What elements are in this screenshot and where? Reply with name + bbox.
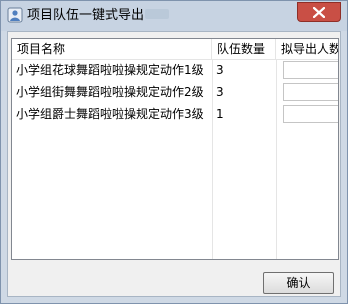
column-header-team-count[interactable]: 队伍数量 (212, 39, 276, 59)
team-count-cell: 3 (216, 85, 224, 99)
project-name-cell: 小学组花球舞蹈啦啦操规定动作1级 (16, 63, 204, 77)
column-header-export-count[interactable]: 拟导出人数 (276, 39, 338, 59)
table-row[interactable]: 小学组街舞舞蹈啦啦操规定动作2级 3 (12, 82, 338, 102)
export-dialog-window: 项目队伍一键式导出 项目名称 队伍数量 拟导出人数 小学组花球舞蹈啦啦操规定动作… (0, 0, 348, 304)
column-header-project-name[interactable]: 项目名称 (12, 39, 212, 59)
dialog-client-area: 项目名称 队伍数量 拟导出人数 小学组花球舞蹈啦啦操规定动作1级 3 小学组街舞… (7, 31, 341, 297)
confirm-button[interactable]: 确认 (263, 272, 334, 294)
close-button[interactable] (297, 2, 341, 22)
export-count-input[interactable] (283, 83, 338, 101)
title-bar[interactable]: 项目队伍一键式导出 (1, 1, 347, 31)
project-team-table[interactable]: 项目名称 队伍数量 拟导出人数 小学组花球舞蹈啦啦操规定动作1级 3 小学组街舞… (11, 38, 339, 260)
close-icon (313, 7, 325, 18)
project-name-cell: 小学组街舞舞蹈啦啦操规定动作2级 (16, 85, 204, 99)
team-count-cell: 1 (216, 107, 224, 121)
team-count-cell: 3 (216, 63, 224, 77)
app-icon (7, 7, 23, 23)
window-title: 项目队伍一键式导出 (27, 8, 145, 23)
export-count-input[interactable] (283, 105, 338, 123)
title-bar-decoration (145, 9, 169, 19)
table-header: 项目名称 队伍数量 拟导出人数 (12, 39, 338, 60)
project-name-cell: 小学组爵士舞蹈啦啦操规定动作3级 (16, 107, 204, 121)
table-row[interactable]: 小学组爵士舞蹈啦啦操规定动作3级 1 (12, 104, 338, 124)
export-count-input[interactable] (283, 61, 338, 79)
table-row[interactable]: 小学组花球舞蹈啦啦操规定动作1级 3 (12, 60, 338, 80)
